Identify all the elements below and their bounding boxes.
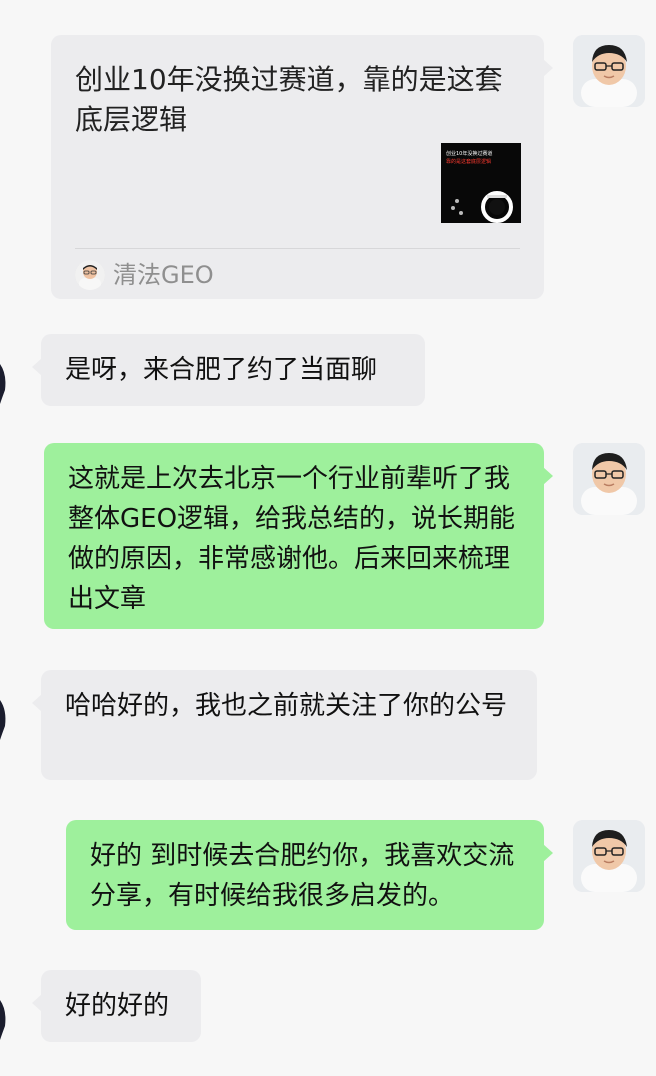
person-avatar-icon: [0, 670, 12, 742]
message-card-row: 创业10年没换过赛道，靠的是这套底层逻辑 创业10年没换过赛道 靠的是这套底层逻…: [0, 35, 656, 300]
self-avatar[interactable]: [573, 820, 645, 892]
message-bubble[interactable]: 是呀，来合肥了约了当面聊: [32, 334, 425, 406]
other-avatar[interactable]: [0, 970, 12, 1042]
shared-article-card[interactable]: 创业10年没换过赛道，靠的是这套底层逻辑 创业10年没换过赛道 靠的是这套底层逻…: [51, 35, 553, 299]
message-text: 哈哈好的，我也之前就关注了你的公号: [65, 691, 508, 721]
person-avatar-icon: [573, 820, 645, 892]
card-divider: [75, 248, 520, 249]
message-row-left-3: 好的好的: [0, 970, 656, 1042]
message-row-left-1: 是呀，来合肥了约了当面聊: [0, 334, 656, 406]
message-text: 这就是上次去北京一个行业前辈听了我整体GEO逻辑，给我总结的，说长期能做的原因，…: [68, 464, 516, 614]
other-avatar[interactable]: [0, 670, 12, 742]
card-source: 清法GEO: [75, 259, 214, 291]
message-bubble[interactable]: 哈哈好的，我也之前就关注了你的公号: [32, 670, 537, 780]
message-text: 好的 到时候去合肥约你，我喜欢交流分享，有时候给我很多启发的。: [90, 841, 515, 911]
person-avatar-icon: [0, 334, 12, 406]
source-avatar: [75, 260, 105, 290]
person-avatar-icon: [573, 35, 645, 107]
message-bubble[interactable]: 好的好的: [32, 970, 201, 1042]
message-text: 好的好的: [65, 991, 170, 1021]
card-title: 创业10年没换过赛道，靠的是这套底层逻辑: [75, 63, 503, 136]
person-avatar-icon: [573, 443, 645, 515]
message-row-right-2: 好的 到时候去合肥约你，我喜欢交流分享，有时候给我很多启发的。: [0, 820, 656, 930]
person-avatar-icon: [0, 970, 12, 1042]
message-bubble[interactable]: 这就是上次去北京一个行业前辈听了我整体GEO逻辑，给我总结的，说长期能做的原因，…: [44, 443, 553, 629]
article-thumbnail: 创业10年没换过赛道 靠的是这套底层逻辑: [441, 143, 521, 223]
person-avatar-icon: [75, 260, 105, 290]
message-bubble[interactable]: 好的 到时候去合肥约你，我喜欢交流分享，有时候给我很多启发的。: [66, 820, 553, 930]
other-avatar[interactable]: [0, 334, 12, 406]
message-text: 是呀，来合肥了约了当面聊: [65, 355, 378, 385]
message-row-left-2: 哈哈好的，我也之前就关注了你的公号: [0, 670, 656, 780]
thumbnail-line-2: 靠的是这套底层逻辑: [446, 159, 492, 165]
self-avatar[interactable]: [573, 35, 645, 107]
message-row-right-1: 这就是上次去北京一个行业前辈听了我整体GEO逻辑，给我总结的，说长期能做的原因，…: [0, 443, 656, 629]
thumbnail-line-1: 创业10年没换过赛道: [446, 151, 493, 157]
self-avatar[interactable]: [573, 443, 645, 515]
source-name: 清法GEO: [113, 261, 214, 289]
